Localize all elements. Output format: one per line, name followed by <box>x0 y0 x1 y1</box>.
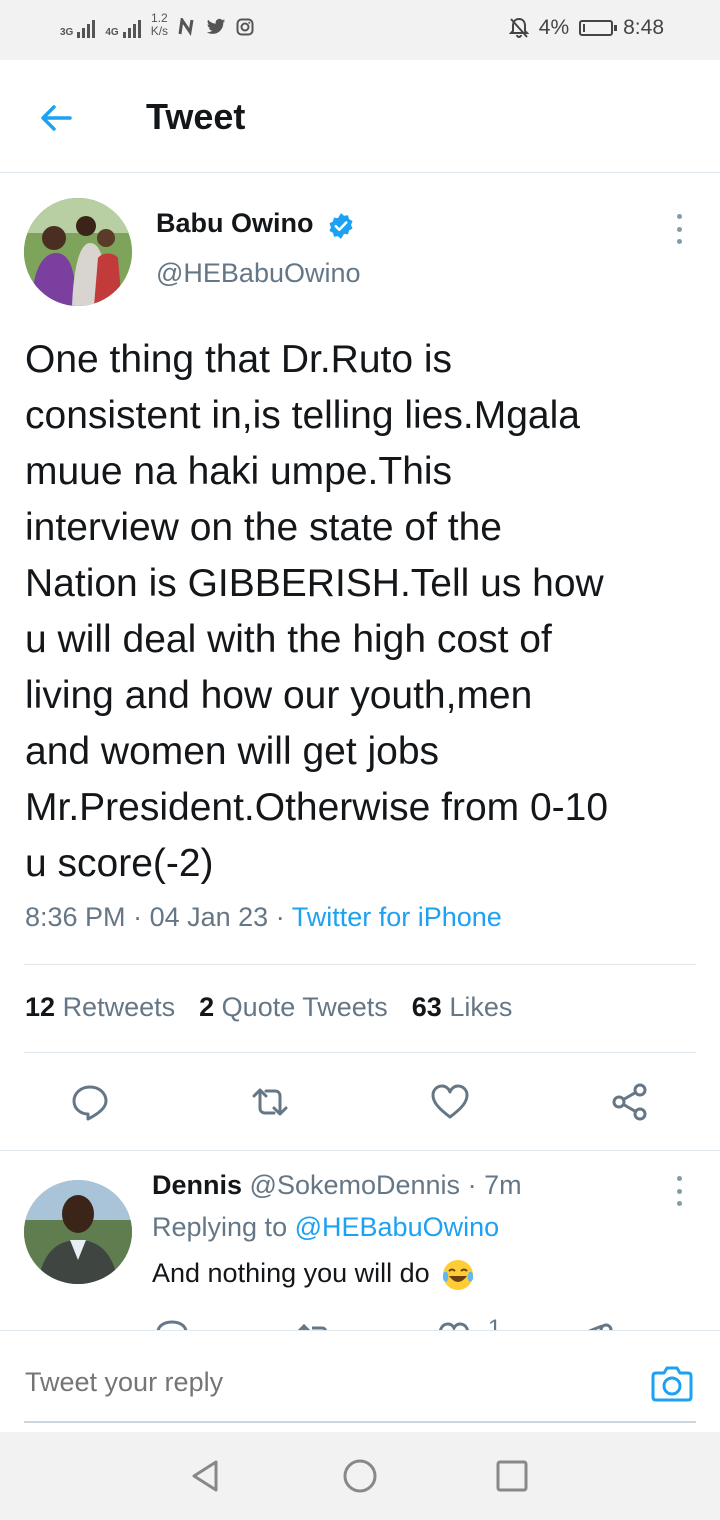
nav-home-icon[interactable] <box>342 1458 378 1494</box>
speed-unit: K/s <box>150 24 169 38</box>
tweet-time: 8:36 PM <box>25 902 126 932</box>
tweet-source-link[interactable]: Twitter for iPhone <box>292 902 502 932</box>
retweets-count: 12 <box>25 992 56 1022</box>
avatar-photo <box>24 1180 132 1284</box>
page-title: Tweet <box>146 96 246 137</box>
reply-likes-count: 1 <box>488 1316 502 1330</box>
divider <box>0 1150 720 1151</box>
quotes-count: 2 <box>199 992 215 1022</box>
author-name[interactable]: Babu Owino <box>156 208 314 239</box>
retweets-label: Retweets <box>62 992 176 1022</box>
n-app-icon <box>178 18 194 36</box>
reply-text: And nothing you will do <box>152 1258 475 1292</box>
clock: 8:48 <box>623 16 664 39</box>
cell-signal-3g-icon: 3G <box>60 20 96 38</box>
cell-signal-4g-icon: 4G <box>105 20 141 38</box>
camera-icon[interactable] <box>650 1361 694 1405</box>
app-header: Tweet <box>0 60 720 173</box>
nav-back-icon[interactable] <box>188 1458 224 1494</box>
reply-header: Dennis @SokemoDennis · 7m <box>152 1170 522 1201</box>
battery-percent: 4% <box>538 16 570 39</box>
reply-time: 7m <box>484 1170 522 1200</box>
back-arrow-icon[interactable] <box>36 98 76 138</box>
reply-author-name[interactable]: Dennis <box>152 1170 242 1200</box>
tweet-stats: 12 Retweets 2 Quote Tweets 63 Likes <box>25 992 512 1023</box>
separator: · <box>275 902 285 932</box>
avatar-photo <box>24 198 132 306</box>
face-with-tears-of-joy-icon <box>443 1260 474 1290</box>
author-avatar[interactable] <box>24 198 132 306</box>
likes-count: 63 <box>411 992 442 1022</box>
separator: · <box>467 1170 477 1200</box>
quotes-label: Quote Tweets <box>221 992 388 1022</box>
notifications-off-icon <box>508 17 529 38</box>
likes-label: Likes <box>449 992 513 1022</box>
network-type-label: 4G <box>105 27 119 38</box>
input-underline <box>24 1421 696 1423</box>
separator: · <box>133 902 143 932</box>
divider <box>24 964 696 965</box>
nav-recents-icon[interactable] <box>494 1458 530 1494</box>
reply-composer <box>0 1330 720 1431</box>
tweet-meta: 8:36 PM · 04 Jan 23 · Twitter for iPhone <box>25 902 502 933</box>
reply-icon[interactable] <box>70 1082 110 1122</box>
reply-author-avatar[interactable] <box>24 1180 132 1284</box>
author-handle[interactable]: @HEBabuOwino <box>156 258 361 289</box>
like-heart-icon[interactable] <box>430 1082 470 1122</box>
divider <box>24 1052 696 1053</box>
likes-stat[interactable]: 63 Likes <box>412 992 513 1023</box>
verified-badge-icon <box>329 213 353 239</box>
network-type-label: 3G <box>60 27 74 38</box>
replying-to-mention[interactable]: @HEBabuOwino <box>295 1212 500 1242</box>
quote-tweets-stat[interactable]: 2 Quote Tweets <box>199 992 388 1023</box>
retweets-stat[interactable]: 12 Retweets <box>25 992 175 1023</box>
tweet-more-options-icon[interactable] <box>674 214 684 244</box>
replying-to: Replying to @HEBabuOwino <box>152 1212 499 1243</box>
instagram-icon <box>236 18 254 36</box>
reply-input[interactable] <box>25 1367 585 1398</box>
network-speed: 1.2 K/s <box>151 12 168 38</box>
reply-more-options-icon[interactable] <box>674 1176 684 1206</box>
battery-icon <box>579 20 618 36</box>
tweet-date: 04 Jan 23 <box>149 902 269 932</box>
tweet-text: One thing that Dr.Ruto is consistent in,… <box>25 338 609 885</box>
status-bar: 3G 4G 1.2 K/s 4% 8:48 <box>0 0 720 60</box>
twitter-icon <box>206 18 226 34</box>
share-icon[interactable] <box>610 1082 650 1122</box>
retweet-icon[interactable] <box>250 1082 290 1122</box>
reply-author-handle[interactable]: @SokemoDennis <box>250 1170 461 1200</box>
system-nav-bar <box>0 1432 720 1520</box>
reply-text-body: And nothing you will do <box>152 1258 430 1289</box>
replying-to-prefix: Replying to <box>152 1212 288 1242</box>
